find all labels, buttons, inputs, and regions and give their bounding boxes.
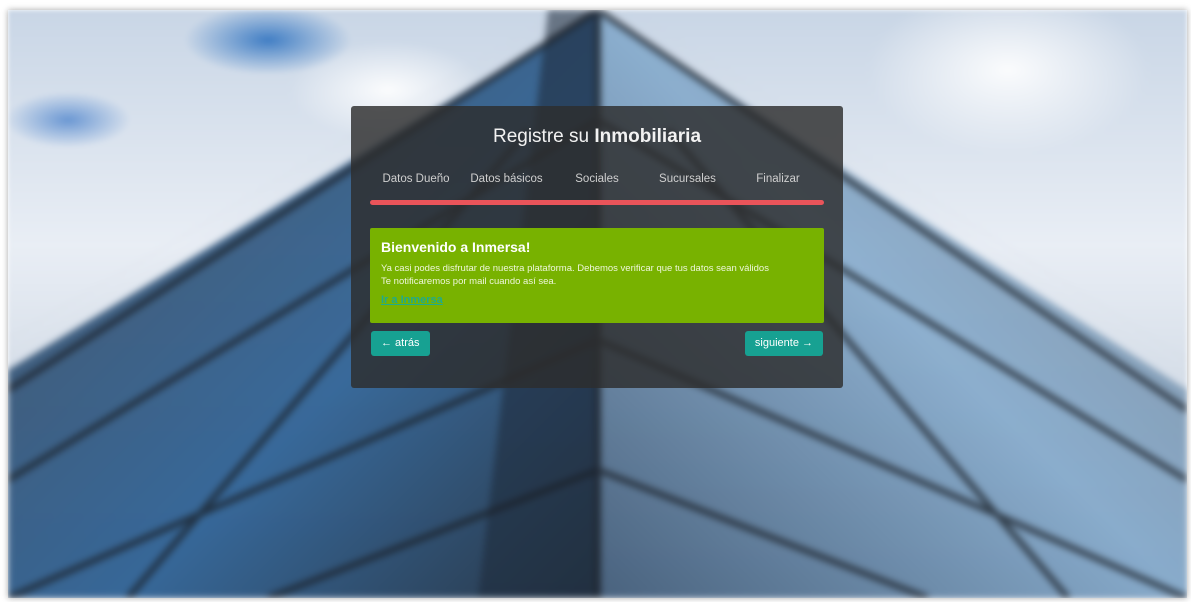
success-alert: Bienvenido a Inmersa! Ya casi podes disf… — [370, 228, 824, 323]
step-sucursales[interactable]: Sucursales — [643, 173, 733, 189]
wizard-progress-bar — [370, 200, 824, 205]
step-finalizar[interactable]: Finalizar — [733, 173, 823, 189]
step-datos-dueno[interactable]: Datos Dueño — [371, 173, 461, 189]
next-button[interactable]: siguiente → — [744, 331, 823, 356]
page-title: Registre su Inmobiliaria — [351, 126, 843, 148]
go-to-inmersa-link[interactable]: Ir a Inmersa — [381, 294, 443, 306]
alert-message-line-2: Te notificaremos por mail cuando así sea… — [381, 276, 557, 287]
title-prefix: Registre su — [492, 126, 590, 147]
alert-message-line-1: Ya casi podes disfrutar de nuestra plata… — [381, 263, 769, 274]
step-datos-basicos[interactable]: Datos básicos — [462, 173, 552, 189]
alert-title: Bienvenido a Inmersa! — [381, 239, 531, 255]
step-sociales[interactable]: Sociales — [552, 173, 642, 189]
title-emphasis: Inmobiliaria — [594, 126, 702, 147]
browser-viewport: Registre su Inmobiliaria Datos Dueño Dat… — [8, 10, 1187, 598]
wizard-steps: Datos Dueño Datos básicos Sociales Sucur… — [371, 173, 823, 189]
back-button[interactable]: ← atrás — [371, 331, 430, 356]
registration-card: Registre su Inmobiliaria Datos Dueño Dat… — [351, 106, 843, 388]
